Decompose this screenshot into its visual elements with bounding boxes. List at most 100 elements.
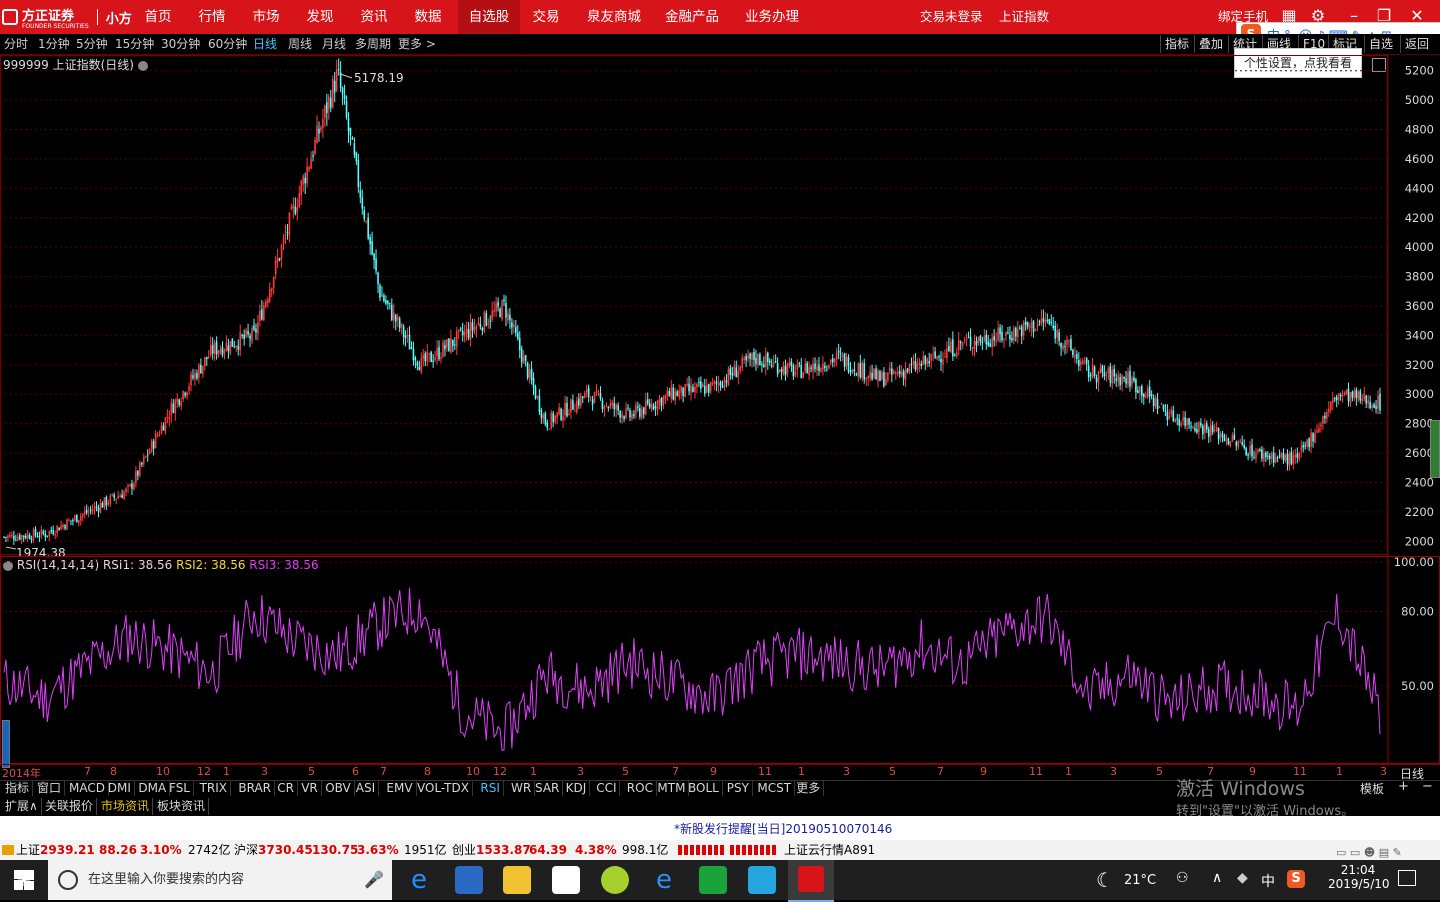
period-tab-8[interactable]: 月线 [322, 35, 346, 53]
edge-browser-icon[interactable]: e [405, 866, 433, 894]
sh-index[interactable]: 上证2939.21 [16, 840, 95, 860]
period-tab-1[interactable]: 1分钟 [38, 35, 70, 53]
cy-index[interactable]: 创业1533.87 [452, 840, 531, 860]
indicator-tab-指标[interactable]: 指标 [2, 780, 34, 796]
candle-body [211, 345, 214, 354]
nav-item-3[interactable]: 发现 [298, 0, 342, 34]
cloud-quote-link[interactable]: 上证云行情A891 [784, 840, 875, 860]
people-icon[interactable]: ⚇ [1176, 870, 1189, 886]
remove-panel-icon[interactable]: − [1422, 779, 1433, 794]
bottom-tab-3[interactable]: 板块资讯 [154, 798, 210, 815]
moon-weather-icon[interactable]: ☾ [1096, 868, 1114, 892]
period-tab-0[interactable]: 分时 [4, 35, 28, 53]
indicator-tab-brar[interactable]: BRAR [235, 780, 276, 796]
windows-start-icon[interactable] [14, 870, 34, 890]
media-player-icon[interactable] [748, 866, 776, 894]
mail-icon[interactable] [552, 866, 580, 894]
nav-item-0[interactable]: 首页 [136, 0, 180, 34]
indicator-tab-cci[interactable]: CCI [593, 780, 621, 796]
bottom-tab-1[interactable]: 关联报价 [42, 798, 98, 815]
indicator-tab-asi[interactable]: ASI [353, 780, 380, 796]
rsi-chart[interactable]: 50.00 80.00 100.00 [0, 556, 1440, 764]
indicator-tab-mcst[interactable]: MCST [754, 780, 796, 796]
indicator-tab-cr[interactable]: CR [274, 780, 298, 796]
app-icon-green[interactable] [601, 866, 629, 894]
candle-body [615, 404, 618, 410]
indicator-tab-rsi[interactable]: RSI [477, 780, 504, 796]
sogou-tray-icon[interactable]: S [1287, 870, 1305, 888]
indicator-tab-trix[interactable]: TRIX [197, 780, 232, 796]
notification-icon[interactable] [1398, 870, 1416, 886]
indicator-tab-obv[interactable]: OBV [322, 780, 355, 796]
template-button[interactable]: 模板 [1360, 780, 1384, 797]
status-tool-icons[interactable]: ▭ ▭ ☻ ▤ ✎ [1336, 843, 1436, 859]
nav-item-4[interactable]: 资讯 [352, 0, 396, 34]
period-tab-10[interactable]: 更多 > [398, 35, 436, 53]
candle-body [782, 365, 785, 375]
chart-scroll-handle[interactable] [1430, 420, 1440, 478]
clock[interactable]: 21:04 2019/5/10 [1328, 863, 1390, 891]
candle-body [438, 346, 440, 360]
period-tab-3[interactable]: 15分钟 [115, 35, 154, 53]
indicator-tab-窗口[interactable]: 窗口 [34, 780, 66, 796]
network-icon[interactable]: ◆ [1237, 870, 1248, 886]
indicator-tab-更多[interactable]: 更多 [793, 780, 825, 796]
period-tab-5[interactable]: 60分钟 [208, 35, 247, 53]
indicator-tab-fsl[interactable]: FSL [166, 780, 194, 796]
add-panel-icon[interactable]: + [1398, 779, 1409, 794]
candle-body [664, 395, 667, 399]
indicator-tab-vr[interactable]: VR [298, 780, 322, 796]
candle-body [515, 326, 517, 334]
candle-body [656, 400, 659, 411]
store-icon[interactable] [455, 866, 483, 894]
taskbar-search-box[interactable]: 在这里输入你要搜索的内容 🎤 [48, 860, 392, 900]
right-tool-6[interactable]: 自选 [1364, 35, 1397, 53]
chevron-up-icon[interactable]: ∧ [1212, 870, 1222, 886]
ipo-notice-link[interactable]: *新股发行提醒[当日]20190510070146 [674, 820, 892, 837]
file-explorer-icon[interactable] [503, 866, 531, 894]
ime-indicator[interactable]: 中 [1261, 871, 1275, 891]
period-tab-6[interactable]: 日线 [253, 35, 277, 53]
indicator-tab-sar[interactable]: SAR [532, 780, 564, 796]
bottom-tab-0[interactable]: 扩展∧ [2, 798, 42, 815]
indicator-tab-emv[interactable]: EMV [383, 780, 417, 796]
indicator-tab-psy[interactable]: PSY [724, 780, 753, 796]
candlestick-chart[interactable]: 2000220024002600280030003200340036003800… [0, 56, 1440, 556]
nav-item-1[interactable]: 行情 [190, 0, 234, 34]
candle-body [487, 323, 490, 325]
indicator-tab-dmi[interactable]: DMI [105, 780, 135, 796]
indicator-tab-macd[interactable]: MACD [66, 780, 109, 796]
nav-item-8[interactable]: 泉友商城 [578, 0, 650, 34]
right-tool-7[interactable]: 返回 [1400, 35, 1433, 53]
nav-item-9[interactable]: 金融产品 [654, 0, 730, 34]
index-name-link[interactable]: 上证指数 [999, 0, 1049, 34]
period-tab-4[interactable]: 30分钟 [161, 35, 200, 53]
candle-body [1013, 328, 1015, 341]
nav-item-6[interactable]: 自选股 [458, 0, 520, 34]
indicator-tab-dma[interactable]: DMA [135, 780, 171, 796]
period-tab-2[interactable]: 5分钟 [76, 35, 108, 53]
rsi-scroll-handle[interactable] [2, 720, 10, 768]
ie-browser-icon[interactable]: e [650, 866, 678, 894]
nav-item-10[interactable]: 业务办理 [734, 0, 810, 34]
right-tool-1[interactable]: 叠加 [1194, 35, 1227, 53]
indicator-tab-boll[interactable]: BOLL [685, 780, 723, 796]
hs-index[interactable]: 沪深3730.45 [234, 840, 313, 860]
indicator-tab-roc[interactable]: ROC [624, 780, 657, 796]
right-tool-0[interactable]: 指标 [1160, 35, 1193, 53]
trade-login-status[interactable]: 交易未登录 [920, 0, 983, 34]
period-tab-9[interactable]: 多周期 [355, 35, 391, 53]
indicator-tab-kdj[interactable]: KDJ [563, 780, 591, 796]
app-icon-wechat-work[interactable] [699, 866, 727, 894]
founder-app-taskbar-item[interactable] [788, 860, 834, 902]
candle-body [918, 362, 921, 365]
nav-item-2[interactable]: 市场 [244, 0, 288, 34]
period-tab-7[interactable]: 周线 [288, 35, 312, 53]
microphone-icon[interactable]: 🎤 [364, 860, 384, 900]
candle-body [855, 373, 858, 375]
bottom-tab-2[interactable]: 市场资讯 [98, 798, 154, 815]
indicator-tab-vol-tdx[interactable]: VOL-TDX [414, 780, 473, 796]
nav-item-7[interactable]: 交易 [522, 0, 570, 34]
candle-body [1142, 394, 1145, 398]
nav-item-5[interactable]: 数据 [406, 0, 450, 34]
